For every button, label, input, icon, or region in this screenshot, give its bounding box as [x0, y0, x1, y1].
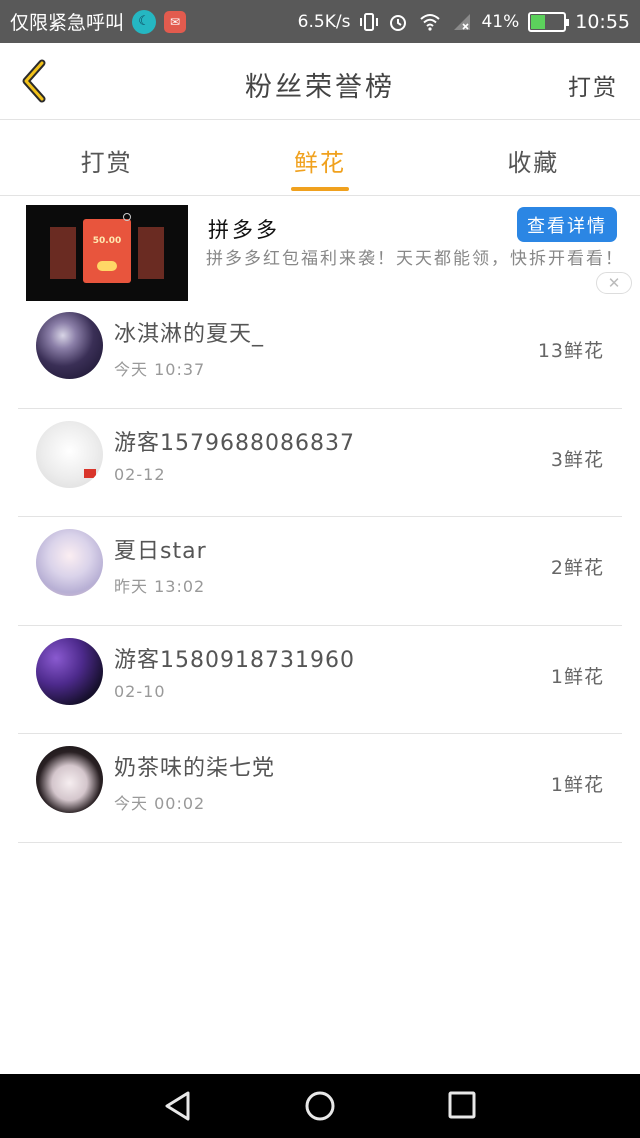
avatar[interactable] [36, 420, 103, 488]
red-envelope-card: 50.00 [83, 219, 131, 283]
status-bar: 仅限紧急呼叫 ☾ ✉ 6.5K/s 41% 10:55 [0, 0, 640, 43]
user-name: 夏日star [114, 539, 207, 564]
ad-image[interactable]: 50.00 [26, 205, 188, 301]
moon-app-icon: ☾ [132, 9, 157, 34]
view-details-button[interactable]: 查看详情 [517, 207, 617, 242]
nav-recent-icon[interactable] [448, 1091, 476, 1119]
signal-icon [454, 13, 471, 30]
avatar[interactable] [36, 746, 103, 813]
list-item[interactable]: 奶茶味的柒七党 今天 00:02 1鲜花 [18, 734, 622, 843]
flower-count: 2鲜花 [550, 557, 604, 579]
tab-bar: 打赏 鲜花 收藏 [0, 121, 640, 196]
tab-label: 打赏 [80, 149, 133, 177]
flower-count: 1鲜花 [550, 665, 604, 688]
alarm-icon [390, 14, 407, 31]
nav-back-icon[interactable] [162, 1090, 194, 1122]
avatar[interactable] [36, 312, 103, 379]
app-header: 粉丝荣誉榜 打赏 [0, 43, 640, 120]
user-name: 游客1579688086837 [114, 430, 355, 456]
screen: 仅限紧急呼叫 ☾ ✉ 6.5K/s 41% 10:55 粉丝荣誉榜 打赏 打赏 … [0, 0, 640, 1138]
tab-reward[interactable]: 打赏 [0, 121, 213, 195]
timestamp: 02-10 [114, 681, 166, 701]
tab-label: 收藏 [507, 149, 560, 177]
vibrate-icon [360, 12, 379, 31]
reward-button[interactable]: 打赏 [568, 68, 618, 102]
flag-icon [84, 468, 96, 478]
tab-label: 鲜花 [293, 149, 346, 177]
user-name: 游客1580918731960 [114, 647, 355, 673]
page-title: 粉丝荣誉榜 [245, 72, 395, 103]
ad-banner[interactable]: 50.00 拼多多 查看详情 拼多多红包福利来袭！天天都能领，快拆开看看！ ✕ [0, 197, 640, 303]
system-nav-bar [0, 1074, 640, 1138]
nav-home-icon[interactable] [304, 1090, 336, 1122]
timestamp: 今天 00:02 [114, 794, 206, 813]
timestamp: 02-12 [114, 464, 166, 484]
user-name: 冰淇淋的夏天_ [114, 322, 265, 347]
clock: 10:55 [575, 10, 630, 33]
timestamp: 今天 10:37 [114, 360, 206, 379]
flower-count: 1鲜花 [550, 774, 604, 796]
wifi-icon [420, 13, 441, 31]
active-tab-indicator [290, 187, 349, 191]
flower-count: 3鲜花 [550, 448, 604, 471]
list-item[interactable]: 夏日star 昨天 13:02 2鲜花 [18, 517, 622, 626]
ad-title: 拼多多 [208, 218, 280, 242]
battery-percent: 41% [481, 11, 520, 32]
tab-favorites[interactable]: 收藏 [427, 121, 640, 195]
close-icon [123, 213, 131, 221]
list-item[interactable]: 游客1580918731960 02-10 1鲜花 [18, 626, 622, 734]
red-envelope-amount: 50.00 [92, 236, 122, 246]
list-item[interactable]: 冰淇淋的夏天_ 今天 10:37 13鲜花 [18, 300, 622, 409]
ad-description: 拼多多红包福利来袭！天天都能领，快拆开看看！ [206, 249, 624, 269]
timestamp: 昨天 13:02 [114, 577, 206, 596]
avatar[interactable] [36, 529, 103, 596]
red-envelope-button [97, 261, 117, 271]
ad-close-icon[interactable]: ✕ [596, 272, 632, 294]
battery-icon [528, 11, 570, 32]
list-item[interactable]: 游客1579688086837 02-12 3鲜花 [18, 409, 622, 517]
ad-image-panel [138, 227, 164, 279]
fan-ranking-list: 冰淇淋的夏天_ 今天 10:37 13鲜花 游客1579688086837 02… [0, 300, 640, 843]
carrier-text: 仅限紧急呼叫 [10, 12, 125, 34]
ad-image-panel [50, 227, 76, 279]
tab-flowers[interactable]: 鲜花 [213, 121, 426, 195]
avatar[interactable] [36, 637, 103, 705]
user-name: 奶茶味的柒七党 [114, 756, 276, 781]
net-speed: 6.5K/s [297, 11, 351, 32]
flower-count: 13鲜花 [537, 340, 604, 362]
mail-app-icon: ✉ [164, 10, 187, 33]
